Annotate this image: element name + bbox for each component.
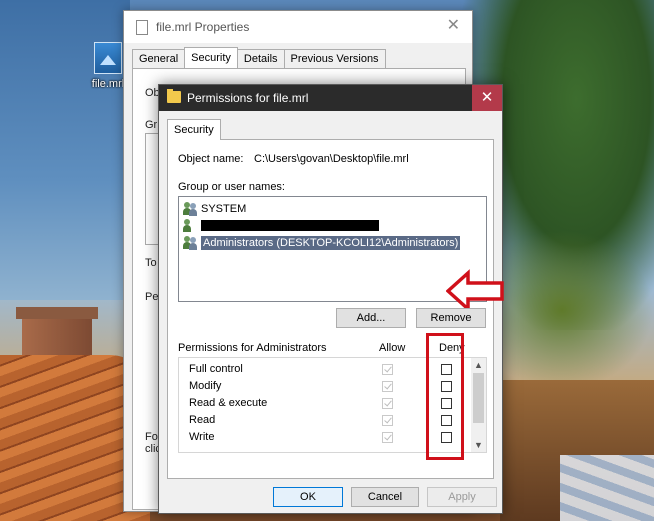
object-name-row: Object name: C:\Users\govan\Desktop\file… xyxy=(178,153,409,165)
permission-row: Modify xyxy=(189,380,222,392)
permission-row: Read xyxy=(189,414,216,426)
obscured-group-label: Gr xyxy=(145,119,158,131)
users-list[interactable]: SYSTEM Administrators (DESKTOP-KCOLI12\A… xyxy=(178,196,487,302)
permission-row: Write xyxy=(189,431,215,443)
document-icon xyxy=(136,19,148,35)
redacted-username xyxy=(201,220,379,231)
desktop-file-icon[interactable]: file.mrl xyxy=(88,42,128,90)
properties-title: file.mrl Properties xyxy=(156,20,250,34)
obscured-permissions-label: Pe xyxy=(145,291,159,303)
scroll-up-icon[interactable]: ▲ xyxy=(471,358,486,372)
allow-checkbox-read-execute[interactable] xyxy=(382,398,393,409)
permissions-scrollbar[interactable]: ▲ ▼ xyxy=(471,358,486,452)
user-name: SYSTEM xyxy=(201,202,247,215)
obscured-advanced-label: Fo xyxy=(145,431,158,443)
permission-row: Full control xyxy=(189,363,243,375)
properties-tabs: General Security Details Previous Versio… xyxy=(132,47,386,68)
tab-details[interactable]: Details xyxy=(236,49,285,68)
allow-checkbox-read[interactable] xyxy=(382,415,393,426)
folder-icon xyxy=(167,89,181,103)
user-group-icon xyxy=(183,201,199,216)
list-item-administrators[interactable]: Administrators (DESKTOP-KCOLI12\Administ… xyxy=(183,234,461,251)
scroll-thumb[interactable] xyxy=(473,373,484,423)
permission-row: Read & execute xyxy=(189,397,268,409)
allow-header: Allow xyxy=(379,342,406,354)
wallpaper-laundry xyxy=(560,455,654,521)
tab-previous-versions[interactable]: Previous Versions xyxy=(283,49,386,68)
image-file-icon xyxy=(94,42,122,74)
list-item-system[interactable]: SYSTEM xyxy=(183,200,246,217)
cancel-button[interactable]: Cancel xyxy=(351,487,419,507)
allow-checkbox-write[interactable] xyxy=(382,432,393,443)
group-names-label: Group or user names: xyxy=(178,181,285,193)
tab-security[interactable]: Security xyxy=(184,47,238,68)
desktop-file-label: file.mrl xyxy=(91,78,125,90)
apply-button[interactable]: Apply xyxy=(427,487,497,507)
allow-checkbox-modify[interactable] xyxy=(382,381,393,392)
allow-checkbox-full-control[interactable] xyxy=(382,364,393,375)
permissions-title: Permissions for file.mrl xyxy=(187,91,309,105)
object-name-value: C:\Users\govan\Desktop\file.mrl xyxy=(254,153,409,165)
remove-button[interactable]: Remove xyxy=(416,308,486,328)
scroll-down-icon[interactable]: ▼ xyxy=(471,438,486,452)
object-name-label: Object name: xyxy=(178,153,244,165)
permissions-for-label: Permissions for Administrators xyxy=(178,342,327,354)
list-item-redacted-user[interactable] xyxy=(183,217,379,234)
obscured-to-label: To xyxy=(145,257,157,269)
red-arrow-annotation-icon xyxy=(446,269,504,313)
add-button[interactable]: Add... xyxy=(336,308,406,328)
properties-titlebar: file.mrl Properties xyxy=(136,17,249,37)
close-icon[interactable]: ✕ xyxy=(472,85,502,111)
tab-general[interactable]: General xyxy=(132,49,186,68)
user-group-icon xyxy=(183,235,199,250)
permissions-titlebar: Permissions for file.mrl ✕ xyxy=(159,85,502,111)
tab-security-permissions[interactable]: Security xyxy=(167,119,221,140)
ok-button[interactable]: OK xyxy=(273,487,343,507)
deny-column-highlight xyxy=(426,333,464,460)
user-name: Administrators (DESKTOP-KCOLI12\Administ… xyxy=(201,235,461,250)
properties-close-icon[interactable]: ✕ xyxy=(447,15,460,35)
user-icon xyxy=(183,218,199,233)
